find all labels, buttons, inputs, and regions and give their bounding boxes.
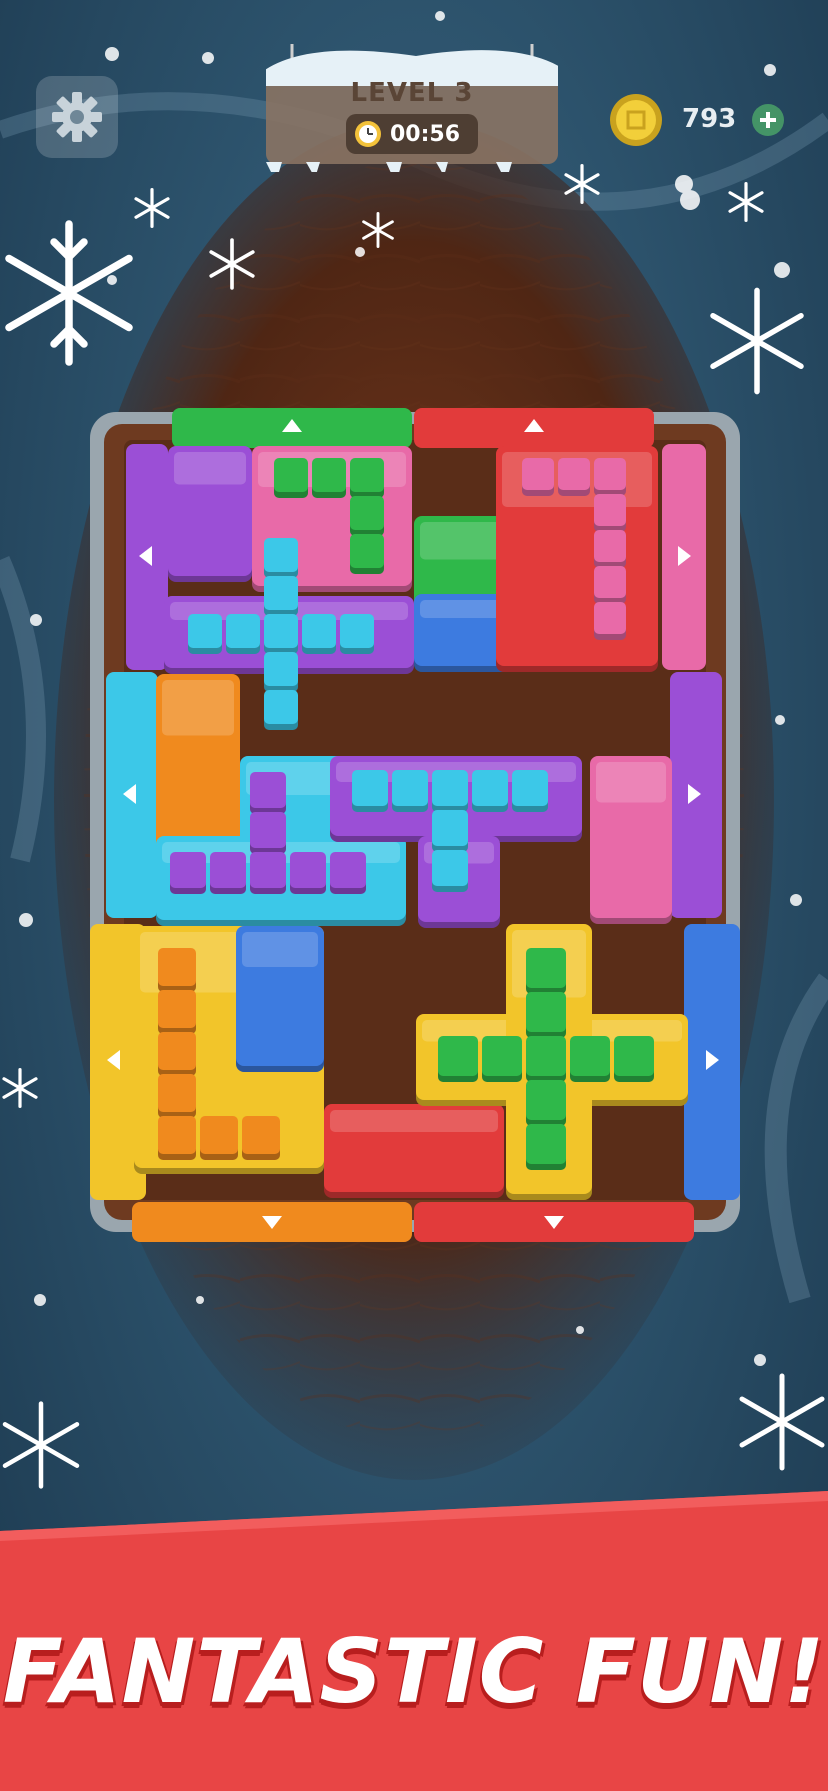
block-pink-1x2[interactable] xyxy=(590,756,672,924)
block-blue-1x2[interactable] xyxy=(236,926,324,1072)
game-screen: LEVEL 3 00:56 793 FANTASTIC FUN! xyxy=(0,0,828,1791)
block-red-2x1[interactable] xyxy=(324,1104,504,1198)
banner-title: FANTASTIC FUN! xyxy=(2,1620,826,1723)
block-purple-2x1[interactable] xyxy=(168,446,252,582)
